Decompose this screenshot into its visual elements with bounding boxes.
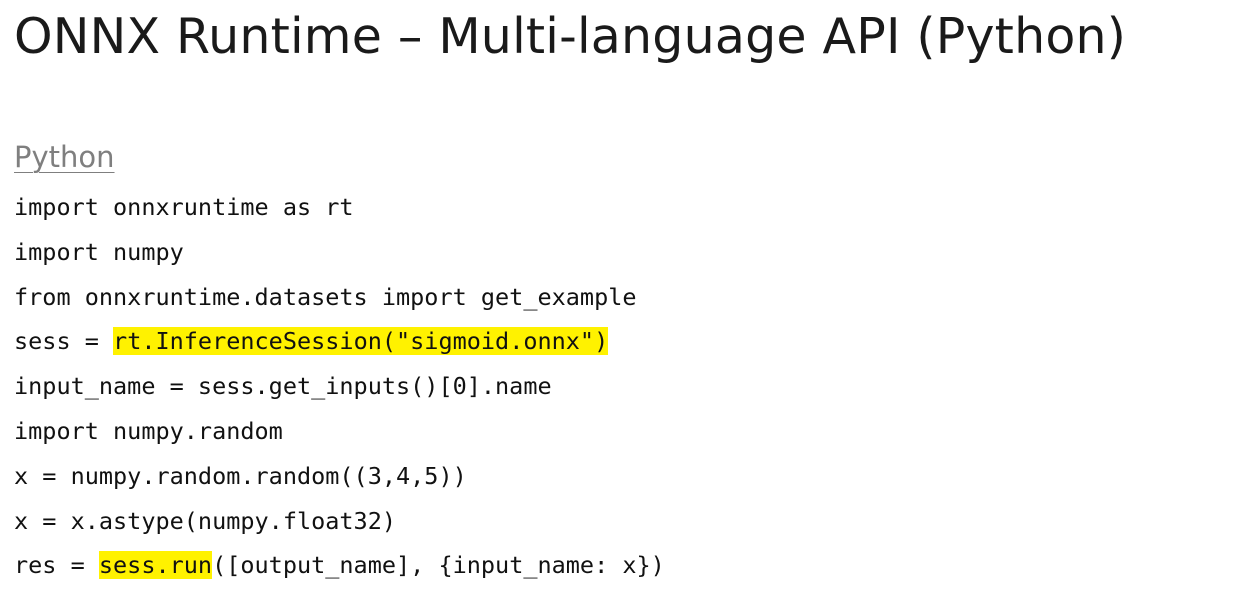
code-line: x = x.astype(numpy.float32) <box>14 499 665 544</box>
section-heading: Python <box>14 140 115 174</box>
code-highlight: rt.InferenceSession("sigmoid.onnx") <box>113 327 609 356</box>
code-line: res = sess.run([output_name], {input_nam… <box>14 543 665 588</box>
code-line: import numpy <box>14 230 665 275</box>
slide-title: ONNX Runtime – Multi-language API (Pytho… <box>14 8 1127 65</box>
code-line: input_name = sess.get_inputs()[0].name <box>14 364 665 409</box>
slide: ONNX Runtime – Multi-language API (Pytho… <box>0 0 1241 596</box>
code-text: x = numpy.random.random((3,4,5)) <box>14 461 467 490</box>
code-text-after: ([output_name], {input_name: x}) <box>212 551 665 580</box>
code-text: input_name = sess.get_inputs()[0].name <box>14 372 552 401</box>
code-text: x = x.astype(numpy.float32) <box>14 506 397 535</box>
code-block: import onnxruntime as rt import numpy fr… <box>14 185 665 588</box>
code-line: from onnxruntime.datasets import get_exa… <box>14 275 665 320</box>
code-line: import numpy.random <box>14 409 665 454</box>
code-text: res = <box>14 551 99 580</box>
code-text: from onnxruntime.datasets import get_exa… <box>14 282 637 311</box>
code-line: sess = rt.InferenceSession("sigmoid.onnx… <box>14 319 665 364</box>
code-text: sess = <box>14 327 114 356</box>
code-line: x = numpy.random.random((3,4,5)) <box>14 454 665 499</box>
code-text: import onnxruntime as rt <box>14 193 354 221</box>
code-text: import numpy <box>14 237 184 266</box>
code-text: import numpy.random <box>14 416 283 445</box>
code-line: import onnxruntime as rt <box>14 185 665 230</box>
code-highlight: sess.run <box>98 551 213 580</box>
